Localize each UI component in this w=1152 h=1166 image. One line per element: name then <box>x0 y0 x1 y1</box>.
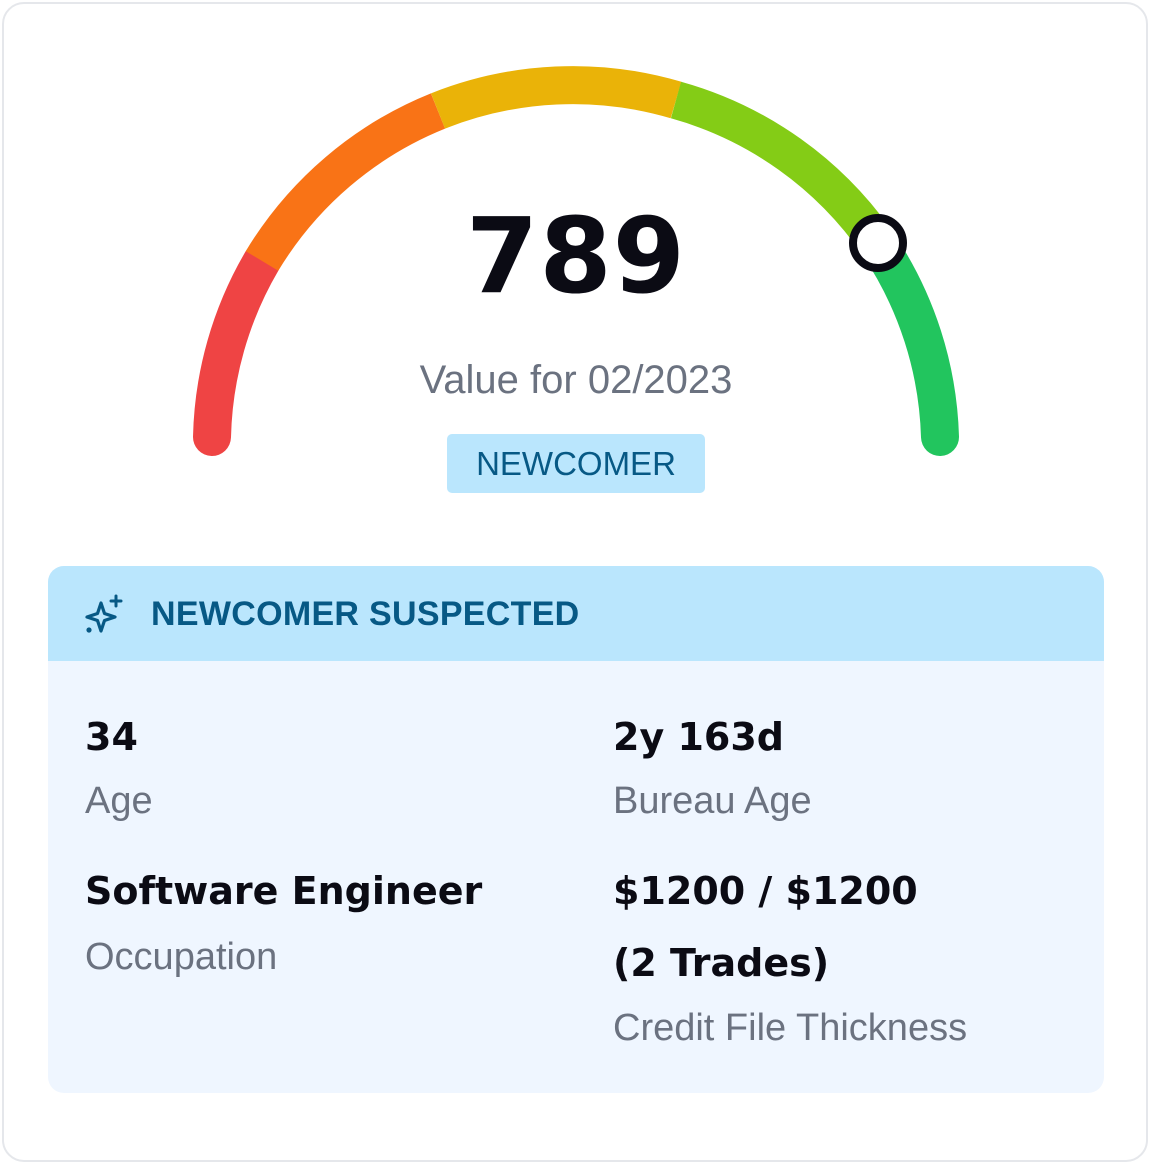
age-value: 34 <box>85 715 138 759</box>
sparkle-icon <box>85 594 123 633</box>
score-value: 789 <box>465 195 687 317</box>
gauge-segment-yellow <box>430 66 682 129</box>
status-badge: NEWCOMER <box>447 434 705 493</box>
occupation-value: Software Engineer <box>85 869 483 913</box>
occupation-label: Occupation <box>85 936 278 978</box>
panel-title: NEWCOMER SUSPECTED <box>151 595 580 633</box>
newcomer-panel: NEWCOMER SUSPECTED 34 Age 2y 163d Bureau… <box>48 566 1104 1093</box>
panel-header: NEWCOMER SUSPECTED <box>48 566 1104 661</box>
bureau-age-label: Bureau Age <box>613 780 812 822</box>
credit-file-value-line2: (2 Trades) <box>613 941 830 985</box>
bureau-age-value: 2y 163d <box>613 715 784 759</box>
age-label: Age <box>85 780 153 822</box>
credit-file-label: Credit File Thickness <box>613 1007 968 1049</box>
credit-file-value-line1: $1200 / $1200 <box>613 869 918 913</box>
score-date-label: Value for 02/2023 <box>419 358 733 402</box>
